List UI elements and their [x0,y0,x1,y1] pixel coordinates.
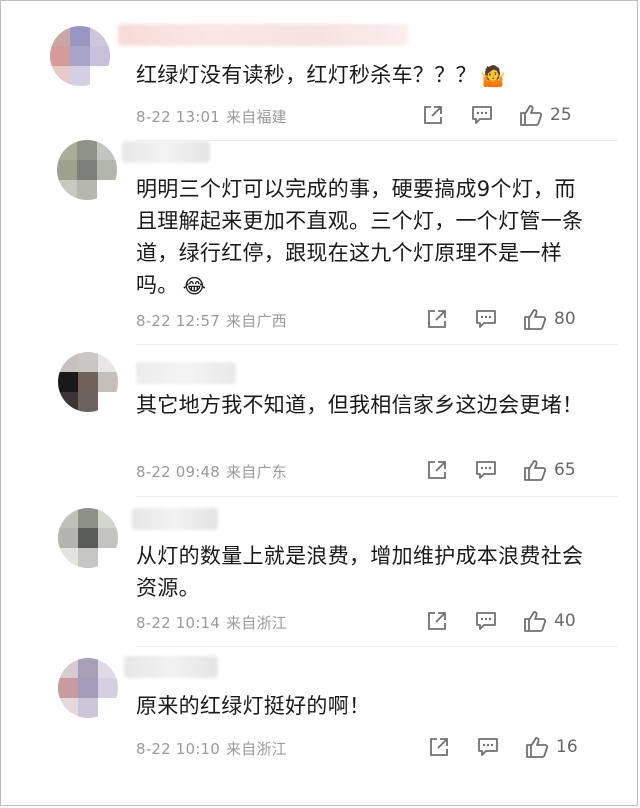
comment-meta: 8-22 10:10 来自浙江 [136,738,287,759]
avatar[interactable] [58,352,118,412]
laughing-tears-emoji: 😂 [182,274,207,298]
username-blurred[interactable] [122,141,210,163]
comment-location: 来自广西 [226,312,287,330]
comment-time: 8-22 10:14 [136,614,221,632]
username-blurred[interactable] [124,656,218,678]
comment-text: 明明三个灯可以完成的事，硬要搞成9个灯，而且理解起来更加不直观。三个灯，一个灯管… [136,173,592,302]
thumbs-up-icon[interactable] [523,458,547,482]
comment-meta: 8-22 10:14 来自浙江 [136,612,287,633]
username-blurred[interactable] [118,24,408,46]
username-blurred[interactable] [136,362,236,384]
comment-time: 8-22 09:48 [136,463,221,481]
share-icon[interactable] [426,459,448,481]
comment-location: 来自广东 [226,463,287,481]
comment-meta: 8-22 09:48 来自广东 [136,461,287,482]
like-count: 40 [554,611,576,631]
comment-meta: 8-22 12:57 来自广西 [136,310,287,331]
avatar[interactable] [57,140,117,200]
divider [136,344,618,345]
comment-icon[interactable] [475,309,497,329]
share-icon[interactable] [428,736,450,758]
divider [136,496,618,497]
comment-location: 来自福建 [226,108,287,126]
thumbs-up-icon[interactable] [523,609,547,633]
divider [136,646,618,647]
comment-time: 8-22 12:57 [136,312,221,330]
thumbs-up-icon[interactable] [523,307,547,331]
shrug-emoji: 🤷 [480,64,507,88]
avatar[interactable] [50,26,110,86]
comment-icon[interactable] [475,611,497,631]
like-count: 25 [550,105,572,125]
avatar[interactable] [58,658,118,718]
share-icon[interactable] [422,104,444,126]
comment-time: 8-22 13:01 [136,108,221,126]
thumbs-up-icon[interactable] [519,103,543,127]
comment-text: 从灯的数量上就是浪费，增加维护成本浪费社会资源。 [136,544,584,600]
like-count: 80 [554,309,576,329]
comment-meta: 8-22 13:01 来自福建 [136,106,287,127]
comment-text: 原来的红绿灯挺好的啊！ [136,694,371,718]
comment-icon[interactable] [475,460,497,480]
comment-location: 来自浙江 [226,740,287,758]
username-blurred[interactable] [132,508,218,530]
like-count: 16 [556,737,578,757]
comment-text: 其它地方我不知道，但我相信家乡这边会更堵！ [136,393,584,417]
avatar[interactable] [58,508,118,568]
share-icon[interactable] [426,610,448,632]
comment-location: 来自浙江 [226,614,287,632]
thumbs-up-icon[interactable] [525,735,549,759]
comment-icon[interactable] [471,105,493,125]
comment-time: 8-22 10:10 [136,740,221,758]
comment-icon[interactable] [477,737,499,757]
like-count: 65 [554,460,576,480]
comment-text: 红绿灯没有读秒，红灯秒杀车？？？ 🤷 [136,59,606,92]
share-icon[interactable] [426,308,448,330]
